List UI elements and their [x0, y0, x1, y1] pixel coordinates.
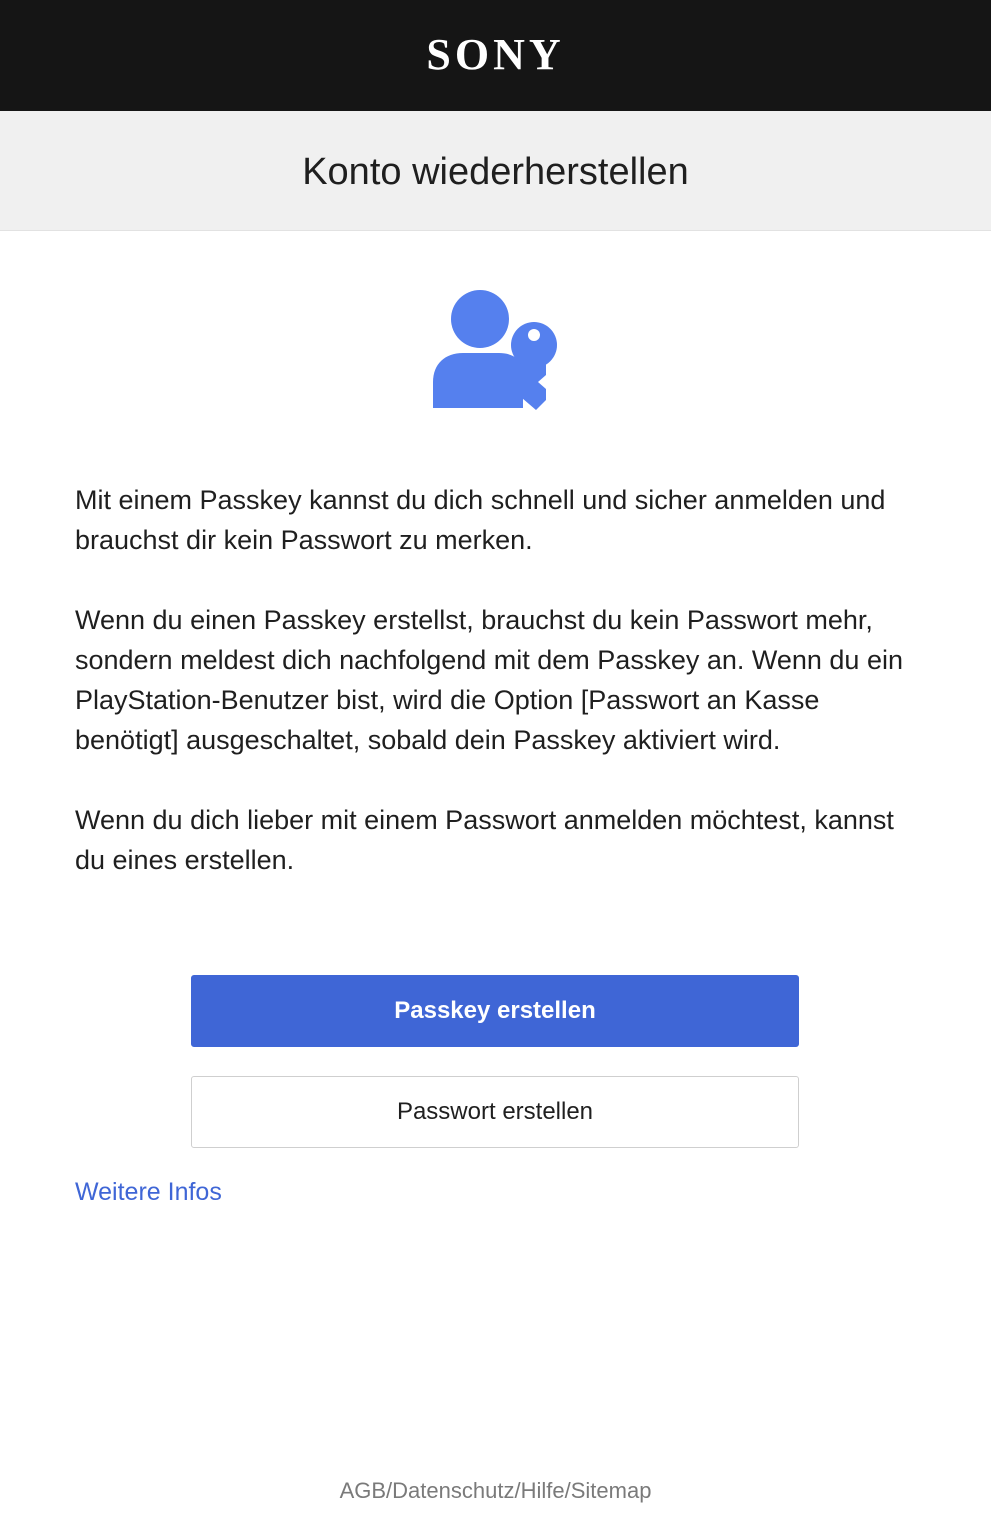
- paragraph-passkey-intro: Mit einem Passkey kannst du dich schnell…: [75, 485, 886, 555]
- footer-link-agb[interactable]: AGB: [340, 1478, 386, 1503]
- sony-logo: SONY: [426, 30, 565, 79]
- footer-link-datenschutz[interactable]: Datenschutz: [392, 1478, 514, 1503]
- user-key-icon: [425, 282, 565, 417]
- description: Mit einem Passkey kannst du dich schnell…: [75, 480, 925, 920]
- footer-link-hilfe[interactable]: Hilfe: [521, 1478, 565, 1503]
- footer-links: AGB/Datenschutz/Hilfe/Sitemap: [0, 1476, 991, 1506]
- paragraph-password-option: Wenn du dich lieber mit einem Passwort a…: [75, 805, 894, 875]
- create-password-button[interactable]: Passwort erstellen: [191, 1076, 799, 1148]
- more-info-link[interactable]: Weitere Infos: [75, 1175, 222, 1209]
- page-title: Konto wiederherstellen: [302, 151, 689, 193]
- footer-link-sitemap[interactable]: Sitemap: [571, 1478, 652, 1503]
- top-bar: SONY: [0, 0, 991, 111]
- paragraph-passkey-details: Wenn du einen Passkey erstellst, brauchs…: [75, 605, 903, 755]
- create-passkey-button[interactable]: Passkey erstellen: [191, 975, 799, 1047]
